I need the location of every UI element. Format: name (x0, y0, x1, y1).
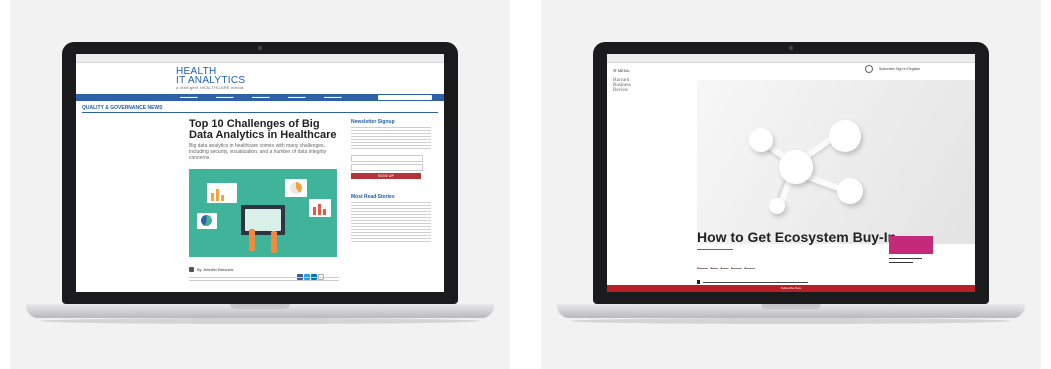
section-divider (82, 112, 438, 113)
bar-mark (318, 204, 321, 215)
article-headline: Top 10 Challenges of Big Data Analytics … (189, 118, 337, 141)
laptop-left: HEALTH IT ANALYTICS a xtelligent HEALTHC… (10, 0, 510, 369)
summary-marker (697, 280, 700, 285)
article-body-text (189, 277, 339, 283)
logo-tagline: a xtelligent HEALTHCARE media (176, 85, 244, 90)
node-circle (769, 198, 785, 214)
nav-item-4[interactable]: ▬▬▬▬▬ (288, 95, 306, 99)
logo-line-3: Review (613, 88, 629, 93)
browser-chrome (607, 54, 975, 63)
webcam-icon (258, 46, 262, 50)
pie-mark (290, 182, 302, 194)
laptop-base (26, 304, 494, 318)
article-summary: ▬▬▬▬▬▬▬▬▬▬▬▬▬▬▬▬▬▬▬▬▬▬▬▬▬▬▬▬▬▬▬▬▬▬▬ (697, 280, 808, 285)
most-read-heading: Most Read Stories (351, 194, 395, 200)
node-circle (829, 120, 861, 152)
laptop-shadow (40, 318, 480, 324)
bar-mark (323, 209, 326, 215)
left-panel: HEALTH IT ANALYTICS a xtelligent HEALTHC… (10, 0, 510, 369)
site-logo[interactable]: HEALTH IT ANALYTICS a xtelligent HEALTHC… (176, 67, 245, 91)
section-label[interactable]: QUALITY & GOVERNANCE NEWS (82, 105, 162, 111)
sponsored-ad-text[interactable]: ▬▬▬▬▬▬▬▬▬▬▬ ▬▬▬▬▬▬▬▬ (889, 256, 949, 264)
article-headline: How to Get Ecosystem Buy-In (697, 229, 897, 245)
article-byline: By Jennifer Bresnick (189, 267, 234, 273)
article-subhead: Big data analytics in healthcare comes w… (189, 143, 327, 161)
right-panel: ☰ MENU Harvard Business Review Subscribe… (541, 0, 1041, 369)
newsletter-heading: Newsletter Signup (351, 119, 395, 125)
menu-button[interactable]: ☰ MENU (613, 68, 629, 73)
nav-item-2[interactable]: ▬▬▬▬▬ (216, 95, 234, 99)
article-byline[interactable]: ▬▬▬▬▬▬▬▬▬▬▬▬ (697, 247, 733, 251)
laptop-right: ☰ MENU Harvard Business Review Subscribe… (541, 0, 1041, 369)
laptop-shadow (571, 318, 1011, 324)
node-circle (837, 178, 863, 204)
subscribe-footer-bar[interactable]: Subscribe Now (607, 285, 975, 292)
site-logo[interactable]: Harvard Business Review (613, 78, 631, 93)
newsletter-options[interactable] (351, 127, 431, 151)
bar-mark (313, 207, 316, 215)
name-field[interactable] (351, 164, 423, 171)
hero-image (697, 80, 975, 244)
search-icon[interactable] (865, 65, 873, 73)
hand-figure (249, 229, 255, 251)
laptop-lid: ☰ MENU Harvard Business Review Subscribe… (593, 42, 989, 304)
laptop-base (557, 304, 1025, 318)
bar-mark (221, 195, 224, 201)
article-actions[interactable]: ■▬▬▬ ■▬▬ ■▬▬ ■▬▬▬ ■▬▬▬ (697, 266, 755, 270)
browser-screen: HEALTH IT ANALYTICS a xtelligent HEALTHC… (76, 54, 444, 292)
nav-item-1[interactable]: ▬▬▬▬▬ (180, 95, 198, 99)
footer-text: Subscribe Now (780, 286, 802, 290)
webcam-icon (789, 46, 793, 50)
hero-illustration (189, 169, 337, 257)
sponsored-ad-image[interactable] (889, 236, 933, 254)
bar-mark (211, 193, 214, 201)
pie-mark (201, 215, 212, 226)
browser-chrome (76, 54, 444, 63)
hand-figure (271, 231, 277, 253)
laptop-notch (230, 304, 290, 309)
browser-screen: ☰ MENU Harvard Business Review Subscribe… (607, 54, 975, 292)
most-read-list[interactable] (351, 202, 431, 244)
node-circle (749, 128, 773, 152)
email-field[interactable] (351, 155, 423, 162)
node-circle-center (779, 150, 813, 184)
tablet-screen (245, 209, 281, 231)
account-links[interactable]: Subscribe Sign In Register (879, 67, 920, 71)
laptop-lid: HEALTH IT ANALYTICS a xtelligent HEALTHC… (62, 42, 458, 304)
nav-item-5[interactable]: ▬▬▬▬▬ (324, 95, 342, 99)
author-avatar (189, 267, 194, 273)
sign-up-button[interactable]: SIGN UP (351, 173, 421, 179)
laptop-notch (761, 304, 821, 309)
menu-label: MENU (617, 68, 630, 73)
main-nav: ▬▬▬▬▬ ▬▬▬▬▬ ▬▬▬▬▬ ▬▬▬▬▬ ▬▬▬▬▬ (76, 94, 444, 101)
bar-mark (216, 189, 219, 201)
search-input[interactable] (378, 95, 432, 100)
byline-text: By Jennifer Bresnick (197, 267, 234, 272)
nav-item-3[interactable]: ▬▬▬▬▬ (252, 95, 270, 99)
